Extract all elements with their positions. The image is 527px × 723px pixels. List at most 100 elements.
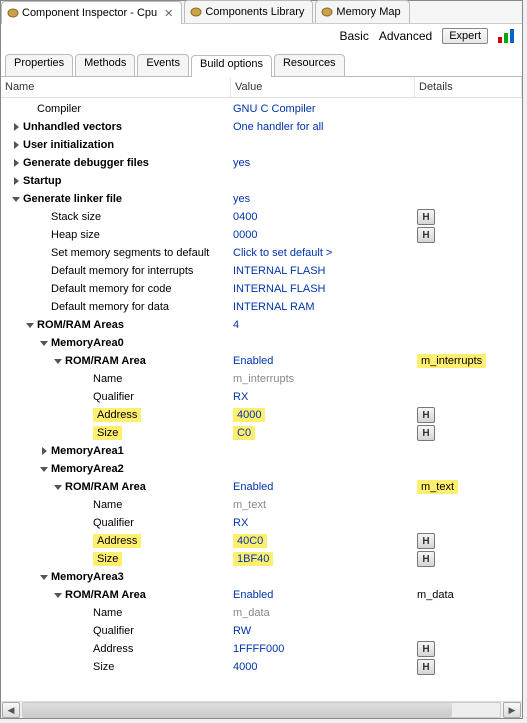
prop-value[interactable]: Click to set default > [233, 247, 332, 259]
hex-button[interactable]: H [417, 533, 435, 549]
prop-value[interactable]: INTERNAL RAM [233, 301, 315, 313]
prop-value[interactable]: Enabled [233, 589, 273, 601]
prop-value[interactable]: m_data [233, 607, 270, 619]
table-row[interactable]: Address4000H [3, 406, 520, 424]
table-row[interactable]: Namem_text [3, 496, 520, 514]
collapse-icon[interactable] [25, 320, 35, 330]
prop-value[interactable]: 4000 [233, 661, 257, 673]
mode-basic[interactable]: Basic [339, 29, 368, 43]
tab-memory-map[interactable]: Memory Map [315, 0, 409, 23]
table-row[interactable]: ROM/RAM AreaEnabledm_data [3, 586, 520, 604]
hex-button[interactable]: H [417, 641, 435, 657]
table-row[interactable]: Default memory for codeINTERNAL FLASH [3, 280, 520, 298]
prop-value[interactable]: 4000 [233, 408, 265, 422]
close-icon[interactable]: ✕ [164, 7, 173, 20]
table-row[interactable]: Size4000H [3, 658, 520, 676]
hex-button[interactable]: H [417, 551, 435, 567]
table-row[interactable]: Namem_data [3, 604, 520, 622]
table-row[interactable]: MemoryArea3 [3, 568, 520, 586]
table-row[interactable]: User initialization [3, 136, 520, 154]
bar-chart-icon[interactable] [498, 29, 516, 43]
horizontal-scrollbar[interactable]: ◀ ▶ [1, 701, 522, 718]
table-row[interactable]: MemoryArea2 [3, 460, 520, 478]
col-header-details[interactable]: Details [415, 77, 522, 97]
table-row[interactable]: QualifierRX [3, 388, 520, 406]
prop-value[interactable]: INTERNAL FLASH [233, 265, 326, 277]
prop-value[interactable]: RX [233, 391, 248, 403]
scroll-track[interactable] [22, 702, 501, 718]
table-row[interactable]: Startup [3, 172, 520, 190]
table-row[interactable]: Generate debugger filesyes [3, 154, 520, 172]
mode-advanced[interactable]: Advanced [379, 29, 432, 43]
tab-component-inspector[interactable]: Component Inspector - Cpu ✕ [1, 1, 182, 24]
table-row[interactable]: Heap size0000H [3, 226, 520, 244]
hex-button[interactable]: H [417, 209, 435, 225]
hex-button[interactable]: H [417, 227, 435, 243]
hex-button[interactable]: H [417, 659, 435, 675]
collapse-icon[interactable] [11, 194, 21, 204]
tab-build-options[interactable]: Build options [191, 55, 272, 77]
expand-icon[interactable] [11, 122, 21, 132]
tab-components-library[interactable]: Components Library [184, 0, 313, 23]
prop-value[interactable]: 0000 [233, 229, 257, 241]
prop-value[interactable]: 40C0 [233, 534, 267, 548]
table-row[interactable]: Unhandled vectorsOne handler for all [3, 118, 520, 136]
table-row[interactable]: Namem_interrupts [3, 370, 520, 388]
prop-value[interactable]: GNU C Compiler [233, 103, 316, 115]
hex-button[interactable]: H [417, 407, 435, 423]
hex-button[interactable]: H [417, 425, 435, 441]
col-header-value[interactable]: Value [231, 77, 415, 97]
table-row[interactable]: Set memory segments to defaultClick to s… [3, 244, 520, 262]
prop-value[interactable]: RW [233, 625, 251, 637]
prop-value[interactable]: 1FFFF000 [233, 643, 284, 655]
table-row[interactable]: Size1BF40H [3, 550, 520, 568]
table-row[interactable]: MemoryArea1 [3, 442, 520, 460]
expand-icon[interactable] [11, 140, 21, 150]
prop-value[interactable]: 0400 [233, 211, 257, 223]
prop-value[interactable]: yes [233, 193, 250, 205]
col-header-name[interactable]: Name [1, 77, 231, 97]
table-row[interactable]: MemoryArea0 [3, 334, 520, 352]
table-row[interactable]: Default memory for interruptsINTERNAL FL… [3, 262, 520, 280]
prop-value[interactable]: C0 [233, 426, 255, 440]
prop-value[interactable]: 1BF40 [233, 552, 273, 566]
tab-properties[interactable]: Properties [5, 54, 73, 76]
property-tree[interactable]: CompilerGNU C CompilerUnhandled vectorsO… [1, 98, 522, 701]
scroll-thumb[interactable] [23, 703, 452, 717]
expand-icon[interactable] [11, 176, 21, 186]
tab-methods[interactable]: Methods [75, 54, 135, 76]
table-row[interactable]: ROM/RAM AreaEnabledm_interrupts [3, 352, 520, 370]
table-row[interactable]: ROM/RAM Areas4 [3, 316, 520, 334]
prop-value[interactable]: RX [233, 517, 248, 529]
prop-value[interactable]: INTERNAL FLASH [233, 283, 326, 295]
table-row[interactable]: Address40C0H [3, 532, 520, 550]
prop-value[interactable]: Enabled [233, 481, 273, 493]
expand-icon[interactable] [11, 158, 21, 168]
collapse-icon[interactable] [53, 356, 63, 366]
table-row[interactable]: QualifierRX [3, 514, 520, 532]
prop-value[interactable]: 4 [233, 319, 239, 331]
tab-events[interactable]: Events [137, 54, 189, 76]
prop-value[interactable]: m_text [233, 499, 266, 511]
prop-value[interactable]: Enabled [233, 355, 273, 367]
table-row[interactable]: CompilerGNU C Compiler [3, 100, 520, 118]
prop-value[interactable]: m_interrupts [233, 373, 294, 385]
collapse-icon[interactable] [53, 590, 63, 600]
table-row[interactable]: Generate linker fileyes [3, 190, 520, 208]
scroll-left-icon[interactable]: ◀ [2, 702, 20, 718]
table-row[interactable]: Address1FFFF000H [3, 640, 520, 658]
table-row[interactable]: QualifierRW [3, 622, 520, 640]
table-row[interactable]: Default memory for dataINTERNAL RAM [3, 298, 520, 316]
prop-value[interactable]: One handler for all [233, 121, 324, 133]
prop-value[interactable]: yes [233, 157, 250, 169]
tab-resources[interactable]: Resources [274, 54, 345, 76]
mode-expert[interactable]: Expert [442, 28, 488, 44]
table-row[interactable]: ROM/RAM AreaEnabledm_text [3, 478, 520, 496]
collapse-icon[interactable] [53, 482, 63, 492]
table-row[interactable]: SizeC0H [3, 424, 520, 442]
table-row[interactable]: Stack size0400H [3, 208, 520, 226]
expand-icon[interactable] [39, 446, 49, 456]
collapse-icon[interactable] [39, 572, 49, 582]
scroll-right-icon[interactable]: ▶ [503, 702, 521, 718]
collapse-icon[interactable] [39, 338, 49, 348]
